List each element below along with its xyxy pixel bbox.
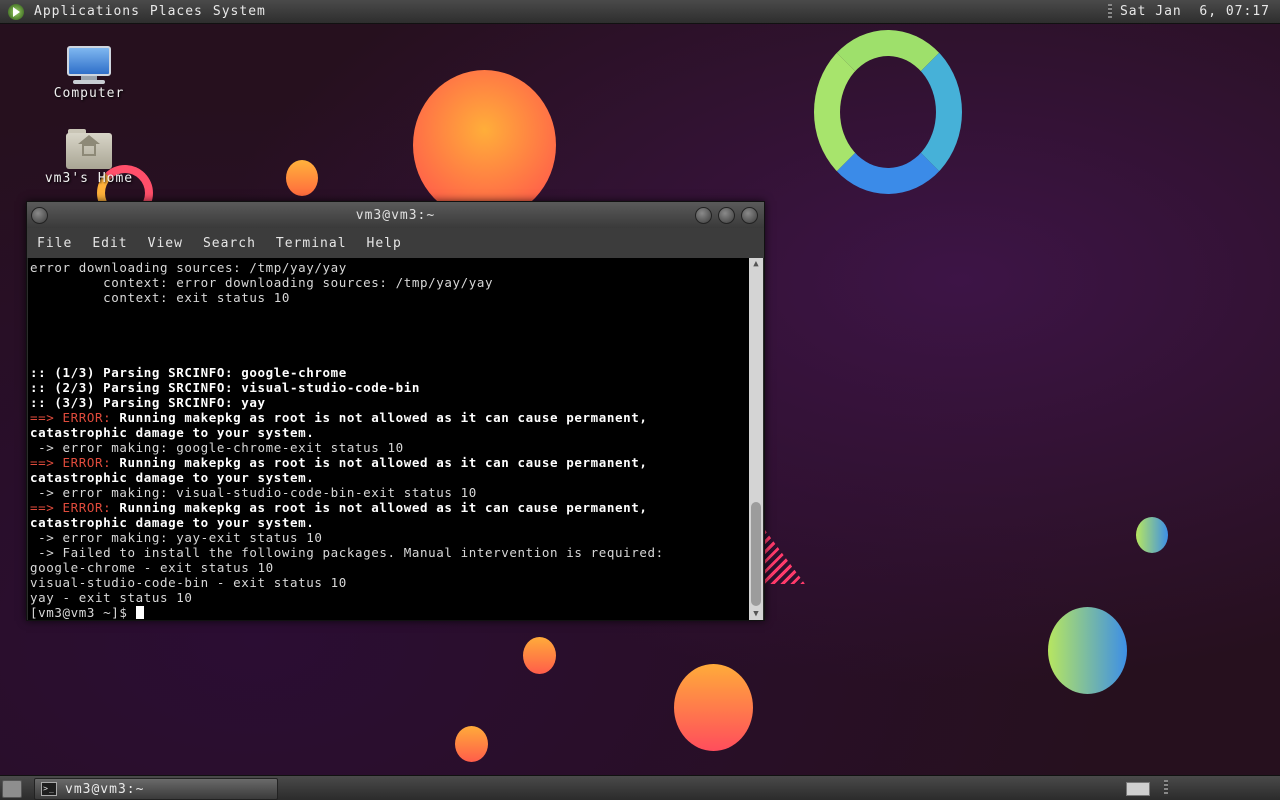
top-panel: Applications Places System Sat Jan 6, 07…: [0, 0, 1280, 24]
terminal-line: :: (3/3) Parsing SRCINFO: yay: [30, 395, 266, 410]
terminal-line: [vm3@vm3 ~]$: [30, 605, 664, 620]
desktop-icon-home[interactable]: vm3's Home: [34, 129, 144, 186]
terminal-lines: error downloading sources: /tmp/yay/yay …: [30, 260, 664, 620]
terminal-line: ==> ERROR: Running makepkg as root is no…: [30, 410, 648, 425]
terminal-line: yay - exit status 10: [30, 590, 193, 605]
terminal-line: catastrophic damage to your system.: [30, 470, 315, 485]
terminal-window: vm3@vm3:~ File Edit View Search Terminal…: [26, 201, 765, 621]
scroll-down-arrow-icon[interactable]: ▼: [749, 608, 763, 620]
wallpaper-orange-circle-small: [286, 160, 318, 196]
menu-places[interactable]: Places: [148, 4, 211, 19]
minimize-button[interactable]: [695, 207, 712, 224]
terminal-output[interactable]: error downloading sources: /tmp/yay/yay …: [28, 258, 749, 620]
wallpaper-orange-circle-large: [413, 70, 556, 220]
show-desktop-icon[interactable]: [2, 780, 22, 798]
maximize-button[interactable]: [718, 207, 735, 224]
wallpaper-orange-circle-bottom-tiny: [455, 726, 488, 762]
taskbar-terminal-button[interactable]: >_ vm3@vm3:~: [34, 778, 278, 800]
terminal-line: error downloading sources: /tmp/yay/yay: [30, 260, 347, 275]
title-bar[interactable]: vm3@vm3:~: [27, 202, 764, 228]
distro-logo-icon[interactable]: [8, 3, 24, 20]
terminal-menu-bar: File Edit View Search Terminal Help: [27, 228, 764, 258]
terminal-line: -> error making: yay-exit status 10: [30, 530, 323, 545]
wallpaper-stripes: [765, 530, 805, 584]
home-folder-icon: [66, 129, 112, 169]
wallpaper-ring-large: [814, 30, 962, 194]
terminal-line: ==> ERROR: Running makepkg as root is no…: [30, 455, 648, 470]
menu-help[interactable]: Help: [357, 236, 412, 251]
terminal-line: -> error making: visual-studio-code-bin-…: [30, 485, 477, 500]
clock[interactable]: Sat Jan 6, 07:17: [1120, 4, 1270, 19]
bottom-panel: >_ vm3@vm3:~: [0, 775, 1280, 800]
menu-search[interactable]: Search: [193, 236, 266, 251]
wallpaper-orange-circle-bottom-small: [523, 637, 556, 674]
panel-separator: [1107, 3, 1112, 20]
wallpaper-orange-circle-bottom: [674, 664, 753, 751]
desktop-icon-label: Computer: [53, 86, 125, 101]
taskbar-terminal-label: vm3@vm3:~: [65, 781, 145, 797]
terminal-line: :: (1/3) Parsing SRCINFO: google-chrome: [30, 365, 347, 380]
scrollbar[interactable]: ▲ ▼: [749, 258, 763, 620]
desktop-icon-label: vm3's Home: [44, 171, 134, 186]
computer-icon: [65, 46, 113, 84]
scroll-thumb[interactable]: [751, 502, 761, 606]
menu-system[interactable]: System: [211, 4, 274, 19]
menu-view[interactable]: View: [138, 236, 193, 251]
terminal-cursor: [135, 606, 144, 619]
menu-terminal[interactable]: Terminal: [266, 236, 357, 251]
menu-edit[interactable]: Edit: [82, 236, 137, 251]
terminal-line: -> Failed to install the following packa…: [30, 545, 664, 560]
terminal-line: visual-studio-code-bin - exit status 10: [30, 575, 347, 590]
terminal-line: context: error downloading sources: /tmp…: [30, 275, 494, 290]
terminal-line: -> error making: google-chrome-exit stat…: [30, 440, 404, 455]
wallpaper-gradient-circle-right: [1048, 607, 1127, 694]
menu-file[interactable]: File: [27, 236, 82, 251]
terminal-icon: >_: [41, 782, 57, 796]
workspace-switcher[interactable]: [1126, 782, 1150, 796]
terminal-line: catastrophic damage to your system.: [30, 425, 315, 440]
tray-separator: [1164, 780, 1168, 796]
wallpaper-gradient-circle-tiny: [1136, 517, 1168, 553]
panel-right-area: Sat Jan 6, 07:17: [1107, 3, 1280, 20]
terminal-line: google-chrome - exit status 10: [30, 560, 274, 575]
scroll-up-arrow-icon[interactable]: ▲: [749, 258, 763, 270]
terminal-line: catastrophic damage to your system.: [30, 515, 315, 530]
menu-applications[interactable]: Applications: [32, 4, 148, 19]
terminal-line: :: (2/3) Parsing SRCINFO: visual-studio-…: [30, 380, 421, 395]
terminal-line: context: exit status 10: [30, 290, 291, 305]
desktop-icon-computer[interactable]: Computer: [34, 46, 144, 101]
close-button[interactable]: [741, 207, 758, 224]
terminal-line: ==> ERROR: Running makepkg as root is no…: [30, 500, 648, 515]
window-title: vm3@vm3:~: [355, 208, 436, 223]
